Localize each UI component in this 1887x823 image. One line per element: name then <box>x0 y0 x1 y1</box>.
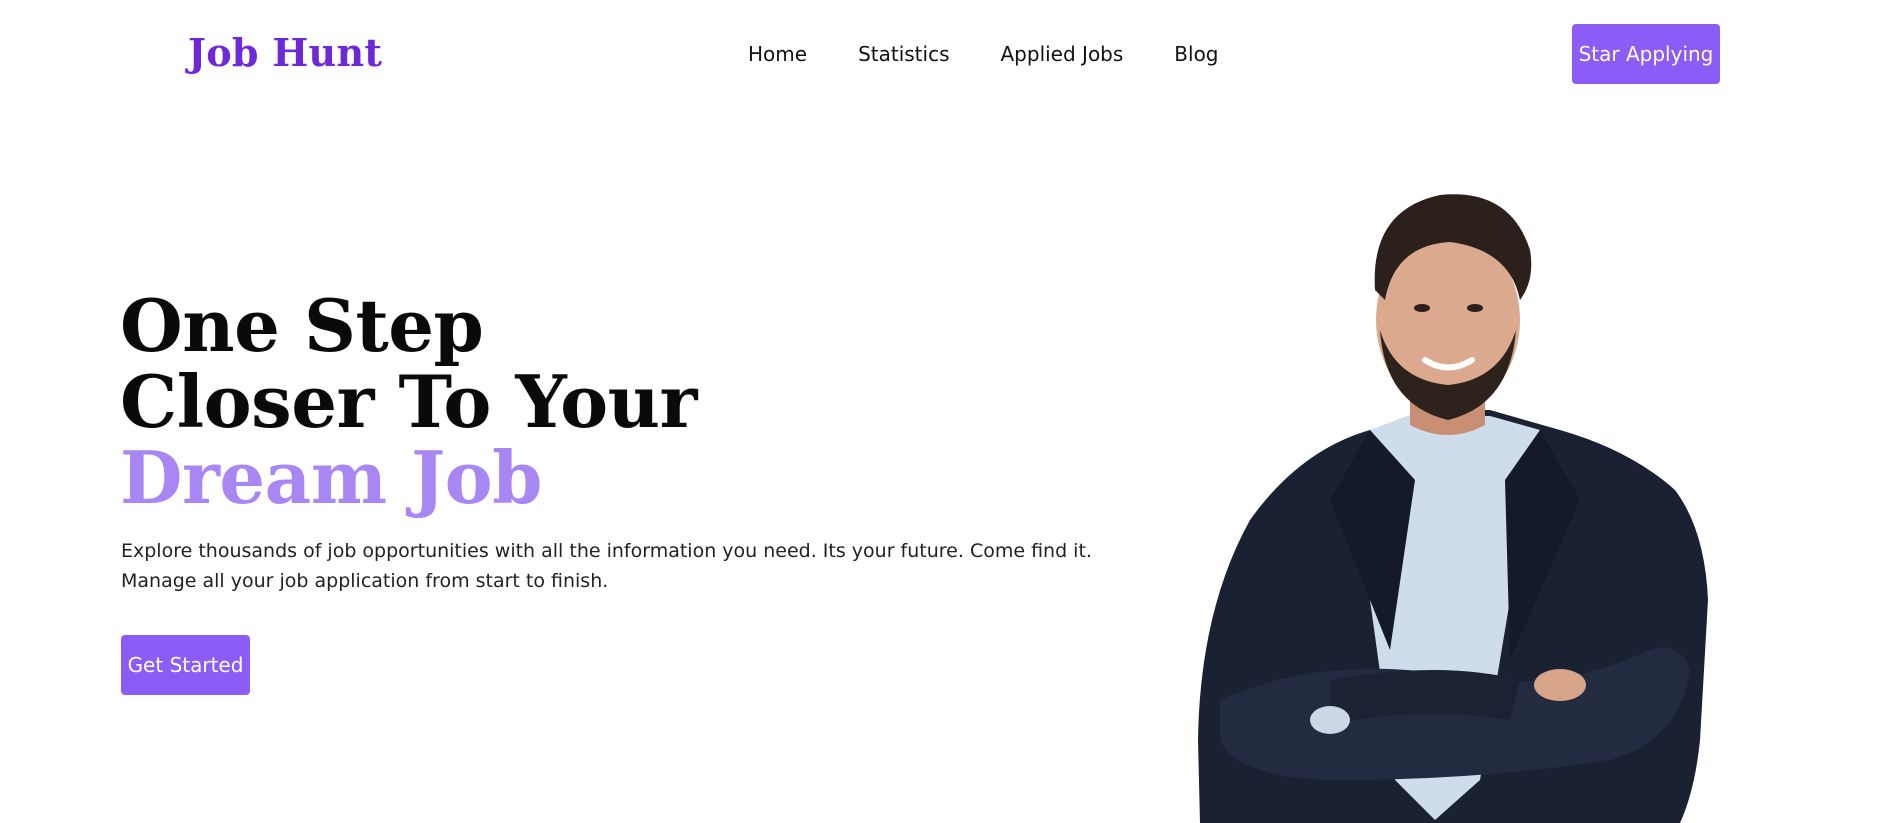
hero-subtitle-line-2: Manage all your job application from sta… <box>121 570 609 592</box>
hero-title-line-2: Closer To Your <box>120 359 697 444</box>
nav-link-statistics[interactable]: Statistics <box>858 42 949 66</box>
nav-link-blog[interactable]: Blog <box>1174 42 1218 66</box>
main-nav: Home Statistics Applied Jobs Blog <box>748 42 1219 66</box>
hero-subtitle: Explore thousands of job opportunities w… <box>121 536 1092 596</box>
nav-link-applied-jobs[interactable]: Applied Jobs <box>1001 42 1124 66</box>
hero-portrait-image <box>1198 194 1708 823</box>
hero-subtitle-line-1: Explore thousands of job opportunities w… <box>121 540 1092 562</box>
get-started-button[interactable]: Get Started <box>121 635 250 695</box>
hero-title-accent: Dream Job <box>120 435 543 520</box>
hero-title-line-1: One Step <box>120 283 484 368</box>
nav-link-home[interactable]: Home <box>748 42 807 66</box>
start-applying-button[interactable]: Star Applying <box>1572 24 1720 84</box>
hero-title: One Step Closer To Your Dream Job <box>120 288 697 516</box>
site-logo[interactable]: Job Hunt <box>188 30 382 75</box>
